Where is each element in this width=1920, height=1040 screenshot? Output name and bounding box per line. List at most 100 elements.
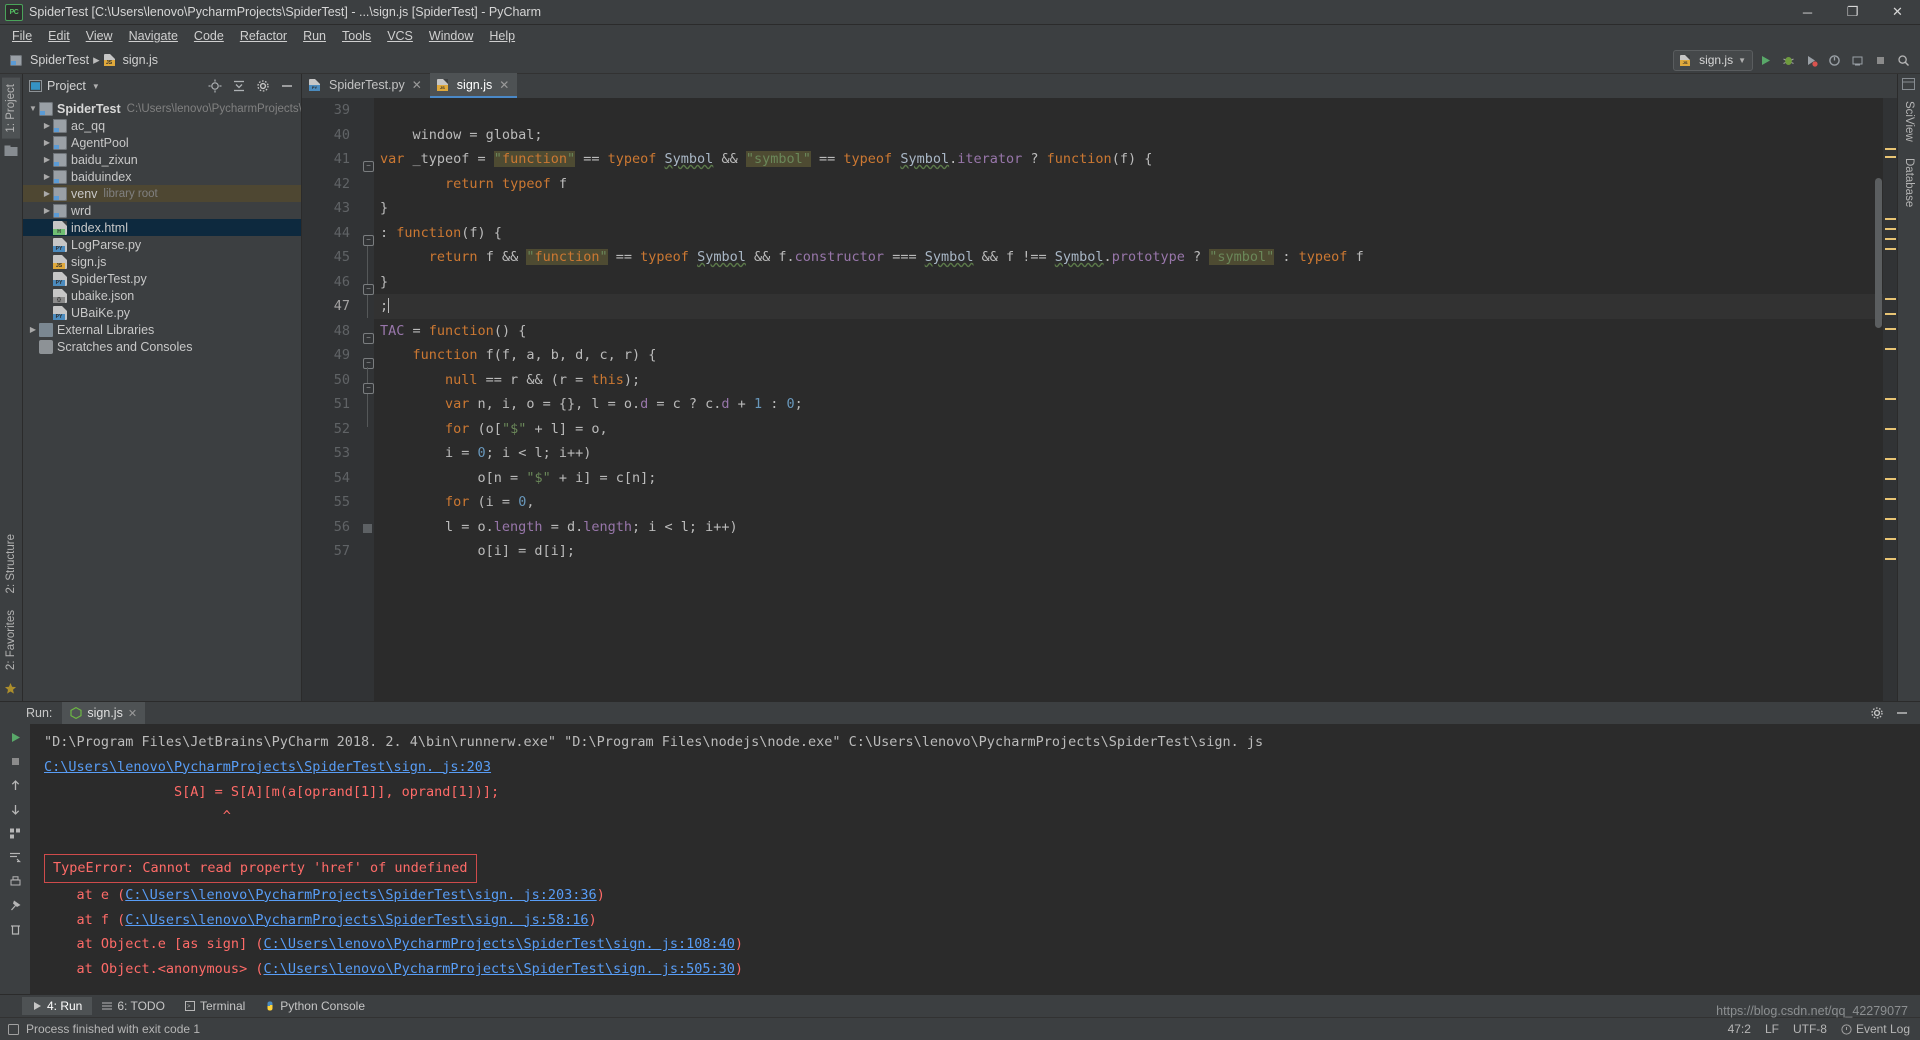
sidebar-tab-favorites[interactable]: 2: Favorites [2,604,20,676]
menu-refactor[interactable]: Refactor [232,26,295,46]
tree-row-baiduindex[interactable]: ▶ baiduindex [23,168,301,185]
editor-marker[interactable] [1885,156,1896,158]
code-line[interactable] [374,98,1883,123]
code-line[interactable]: TAC = function() { [374,319,1883,344]
fold-marker-icon[interactable]: − [363,333,374,344]
menu-window[interactable]: Window [421,26,481,46]
tree-row-ubaike-py[interactable]: PY UBaiKe.py [23,304,301,321]
toolwindow-python-console[interactable]: Python Console [255,997,375,1015]
fold-collapsed-icon[interactable] [363,524,372,533]
code-line[interactable]: i = 0; i < l; i++) [374,441,1883,466]
maximize-button[interactable]: ❐ [1830,0,1875,24]
project-file-tree[interactable]: ▼ SpiderTest C:\Users\lenovo\PycharmProjec… [23,98,301,701]
chevron-down-icon[interactable]: ▼ [27,103,39,115]
close-button[interactable]: ✕ [1875,0,1920,24]
editor-marker[interactable] [1885,498,1896,500]
print-button[interactable] [5,872,25,890]
chevron-right-icon[interactable]: ▶ [41,188,53,200]
code-line[interactable]: for (o["$" + l] = o, [374,417,1883,442]
menu-edit[interactable]: Edit [40,26,78,46]
toolwindow-todo[interactable]: 6: TODO [92,997,175,1015]
fold-marker-icon[interactable]: − [363,284,374,295]
editor-marker[interactable] [1885,148,1896,150]
file-encoding[interactable]: UTF-8 [1793,1022,1827,1036]
menu-view[interactable]: View [78,26,121,46]
tree-row-spidertest[interactable]: ▼ SpiderTest C:\Users\lenovo\PycharmProjec… [23,100,301,117]
tree-row-wrd[interactable]: ▶ wrd [23,202,301,219]
editor-marker[interactable] [1885,518,1896,520]
editor-marker[interactable] [1885,348,1896,350]
console-stack-frame[interactable]: at f (C:\Users\lenovo\PycharmProjects\Sp… [44,908,1920,933]
editor-marker[interactable] [1885,218,1896,220]
search-everywhere-icon[interactable] [1893,50,1914,71]
clear-all-button[interactable] [5,920,25,938]
console-link[interactable]: C:\Users\lenovo\PycharmProjects\SpiderTe… [44,759,491,775]
stop-button[interactable] [5,752,25,770]
code-line[interactable]: o[n = "$" + i] = c[n]; [374,466,1883,491]
profile-button[interactable] [1824,50,1845,71]
code-line[interactable]: ; [374,294,1883,319]
breadcrumb-signjs[interactable]: JS sign.js [100,52,162,68]
code-line[interactable]: return typeof f [374,172,1883,197]
tree-row-index-html[interactable]: Hindex.html [23,219,301,236]
run-tab-sign-js[interactable]: sign.js ✕ [62,702,146,724]
console-stack-frame[interactable]: at Object.<anonymous> (C:\Users\lenovo\P… [44,957,1920,982]
code-line[interactable]: var n, i, o = {}, l = o.d = c ? c.d + 1 … [374,392,1883,417]
chevron-right-icon[interactable]: ▶ [41,120,53,132]
run-console-output[interactable]: "D:\Program Files\JetBrains\PyCharm 2018… [30,724,1920,994]
soft-wrap-button[interactable] [5,824,25,842]
menu-tools[interactable]: Tools [334,26,379,46]
chevron-right-icon[interactable]: ▶ [41,205,53,217]
tree-row-logparse-py[interactable]: PY LogParse.py [23,236,301,253]
code-folding-bar[interactable]: − − − − − − [360,98,374,701]
locate-file-icon[interactable] [204,76,225,97]
run-configuration-selector[interactable]: JS sign.js ▼ [1673,49,1753,71]
editor-vertical-scrollbar[interactable] [1874,98,1883,701]
editor-marker[interactable] [1885,328,1896,330]
editor-marker[interactable] [1885,248,1896,250]
settings-gear-icon[interactable] [252,76,273,97]
tab-sign-js[interactable]: JS sign.js ✕ [429,73,518,98]
down-the-stack-trace-button[interactable] [5,800,25,818]
up-the-stack-trace-button[interactable] [5,776,25,794]
code-line[interactable]: } [374,270,1883,295]
toolwindow-run[interactable]: 4: Run [22,997,93,1015]
editor-marker[interactable] [1885,428,1896,430]
code-line[interactable]: return f && "function" == typeof Symbol … [374,245,1883,270]
caret-position[interactable]: 47:2 [1728,1022,1751,1036]
tab-close-icon[interactable]: ✕ [499,78,509,92]
rerun-button[interactable] [5,728,25,746]
settings-gear-icon[interactable] [1866,703,1887,724]
chevron-right-icon[interactable]: ▶ [41,154,53,166]
code-line[interactable]: function f(f, a, b, d, c, r) { [374,343,1883,368]
menu-run[interactable]: Run [295,26,334,46]
chevron-right-icon[interactable]: ▶ [27,324,39,336]
event-log-button[interactable]: Event Log [1841,1022,1910,1036]
tree-row-agentpool[interactable]: ▶ AgentPool [23,134,301,151]
source-code-text[interactable]: window = global; var _typeof = "function"… [374,98,1883,701]
menu-help[interactable]: Help [481,26,523,46]
fold-marker-icon[interactable]: − [363,161,374,172]
minimize-button[interactable]: ─ [1785,0,1830,24]
chevron-right-icon[interactable]: ▶ [41,171,53,183]
editor-marker-rail[interactable] [1883,98,1897,701]
tree-row-sign-js[interactable]: JS sign.js [23,253,301,270]
console-link[interactable]: C:\Users\lenovo\PycharmProjects\SpiderTe… [125,912,588,928]
console-link[interactable]: C:\Users\lenovo\PycharmProjects\SpiderTe… [125,887,596,903]
tree-row-baidu-zixun[interactable]: ▶ baidu_zixun [23,151,301,168]
tree-row-spidertest-py[interactable]: PY SpiderTest.py [23,270,301,287]
menu-code[interactable]: Code [186,26,232,46]
close-icon[interactable]: ✕ [128,707,137,720]
scroll-to-end-button[interactable] [5,848,25,866]
menu-vcs[interactable]: VCS [379,26,421,46]
tab-close-icon[interactable]: ✕ [412,78,422,92]
code-line[interactable]: : function(f) { [374,221,1883,246]
hide-panel-icon[interactable] [1891,703,1912,724]
menu-navigate[interactable]: Navigate [121,26,186,46]
line-separator[interactable]: LF [1765,1022,1779,1036]
editor-marker[interactable] [1885,398,1896,400]
run-with-coverage-button[interactable] [1801,50,1822,71]
run-button[interactable] [1755,50,1776,71]
stop-button[interactable] [1870,50,1891,71]
collapse-all-icon[interactable] [228,76,249,97]
